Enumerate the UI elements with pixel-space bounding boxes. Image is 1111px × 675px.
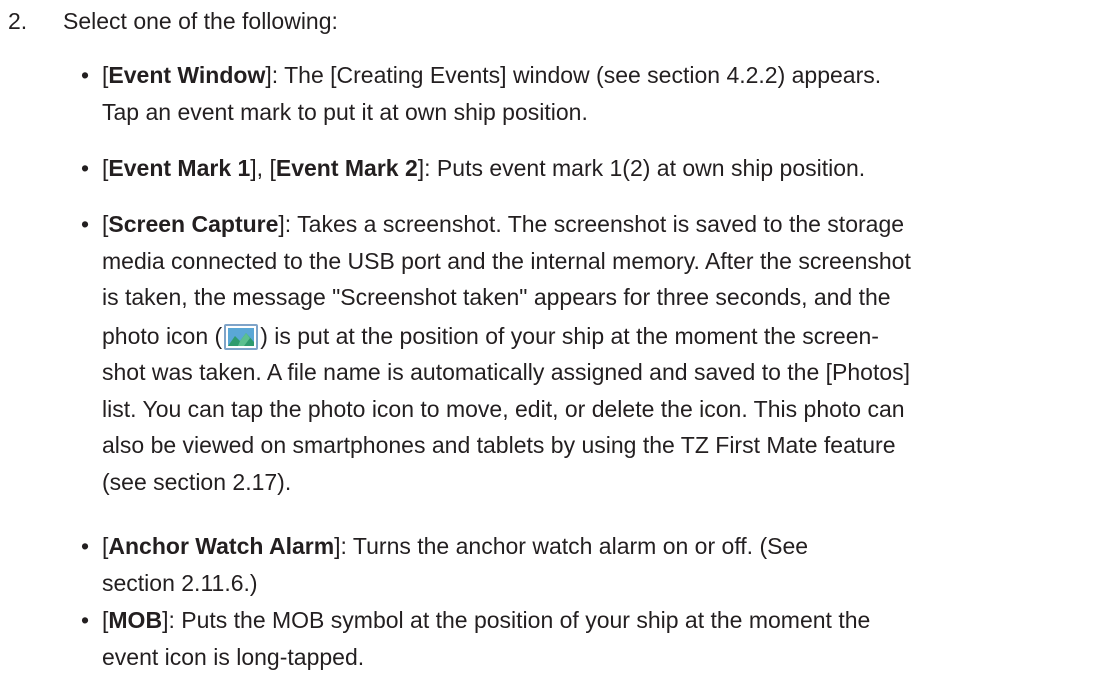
item-title: Anchor Watch Alarm — [108, 533, 334, 559]
bullet: • — [81, 602, 89, 639]
list-item-anchor-watch-alarm: • [Anchor Watch Alarm]: Turns the anchor… — [82, 528, 1102, 601]
item-text: is taken, the message "Screenshot taken"… — [102, 279, 1092, 316]
bullet: • — [81, 528, 89, 565]
item-text: list. You can tap the photo icon to move… — [102, 391, 1092, 428]
photo-icon — [224, 324, 258, 350]
step-heading: 2.Select one of the following: — [8, 6, 338, 36]
item-text: also be viewed on smartphones and tablet… — [102, 427, 1092, 464]
item-text: photo icon ( — [102, 323, 222, 349]
item-text: ]: Takes a screenshot. The screenshot is… — [278, 211, 904, 237]
document-page: 2.Select one of the following: • [Event … — [0, 0, 1111, 668]
list-item-event-mark: • [Event Mark 1], [Event Mark 2]: Puts e… — [82, 150, 1102, 187]
item-text: (see section 2.17). — [102, 464, 1092, 501]
list-item-mob: • [MOB]: Puts the MOB symbol at the posi… — [82, 602, 1102, 675]
item-title-2: Event Mark 2 — [276, 155, 418, 181]
item-title: MOB — [108, 607, 162, 633]
list-item-screen-capture: • [Screen Capture]: Takes a screenshot. … — [82, 206, 1102, 500]
list-item-event-window: • [Event Window]: The [Creating Events] … — [82, 57, 1102, 130]
item-text: ]: The [Creating Events] window (see sec… — [265, 62, 881, 88]
item-title: Screen Capture — [108, 211, 278, 237]
item-text: ]: Puts the MOB symbol at the position o… — [162, 607, 870, 633]
item-separator: ], [ — [250, 155, 276, 181]
bullet: • — [81, 206, 89, 243]
item-text: shot was taken. A file name is automatic… — [102, 354, 1092, 391]
step-text: Select one of the following: — [63, 8, 338, 34]
item-text: media connected to the USB port and the … — [102, 243, 1092, 280]
item-text: section 2.11.6.) — [102, 565, 1092, 602]
item-text: event icon is long-tapped. — [102, 639, 1092, 675]
item-text: ]: Turns the anchor watch alarm on or of… — [334, 533, 808, 559]
bullet: • — [81, 150, 89, 187]
item-title: Event Window — [108, 62, 265, 88]
bullet: • — [81, 57, 89, 94]
item-title: Event Mark 1 — [108, 155, 250, 181]
item-text: Tap an event mark to put it at own ship … — [102, 94, 1092, 131]
step-number: 2. — [8, 6, 63, 36]
item-text: ]: Puts event mark 1(2) at own ship posi… — [418, 155, 865, 181]
item-text: ) is put at the position of your ship at… — [260, 323, 879, 349]
